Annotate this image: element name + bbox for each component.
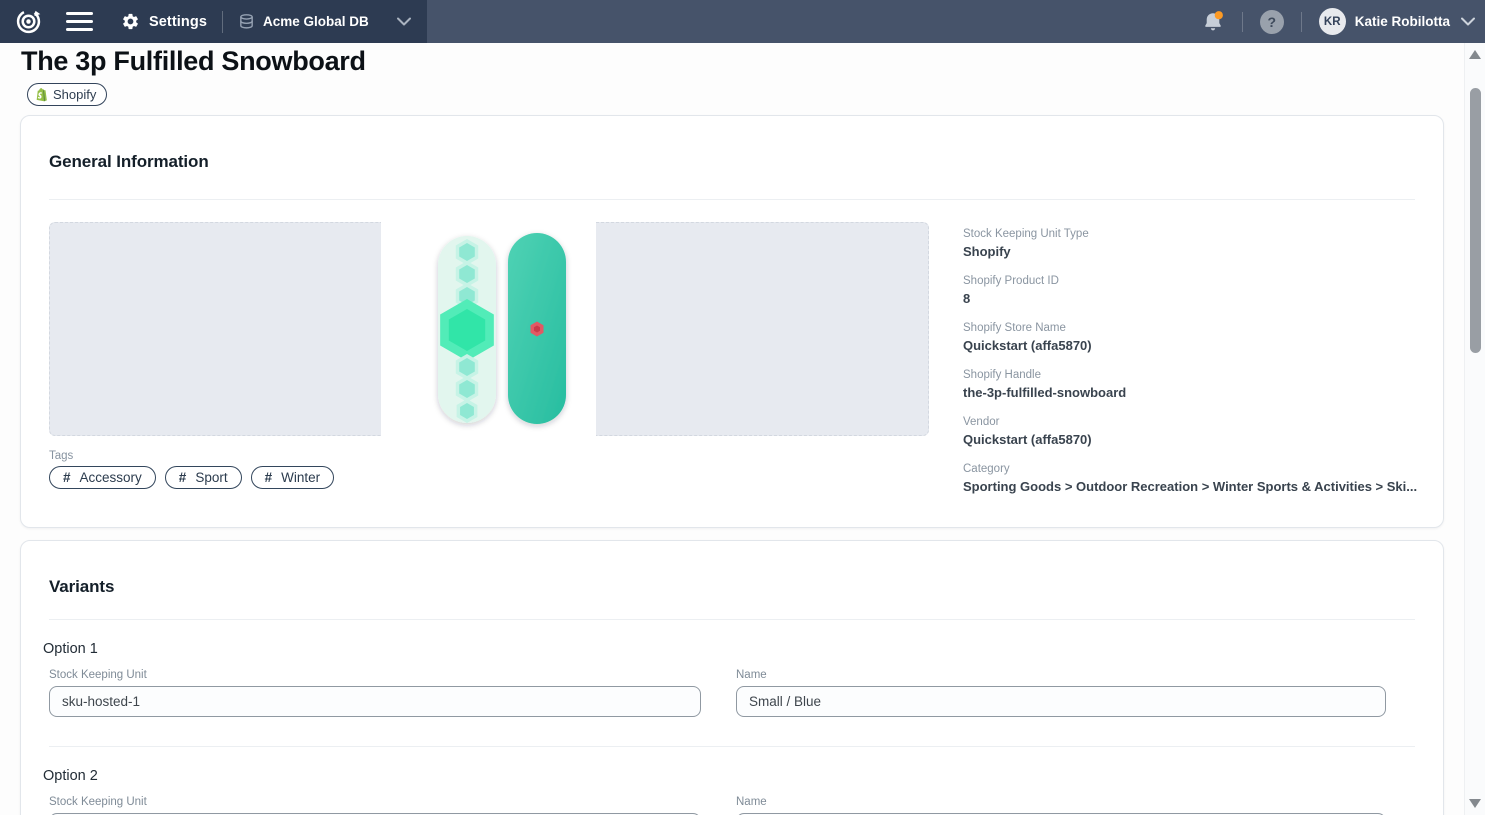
app-window: Settings Acme Global DB [0, 0, 1485, 815]
user-menu-chevron-down-icon[interactable] [1461, 17, 1475, 26]
carousel-next-placeholder[interactable] [596, 222, 929, 436]
field-value: Quickstart (affa5870) [963, 432, 1423, 447]
meta-field-store-name: Shopify Store Name Quickstart (affa5870) [963, 322, 1423, 353]
variants-title: Variants [49, 577, 114, 597]
option-1-name-field: Name [736, 669, 1386, 717]
meta-field-sku-type: Stock Keeping Unit Type Shopify [963, 228, 1423, 259]
field-label: Shopify Product ID [963, 275, 1423, 287]
top-nav-divider [1242, 12, 1243, 32]
settings-menu-item[interactable]: Settings [121, 12, 207, 31]
top-nav-divider [1301, 12, 1302, 32]
meta-field-handle: Shopify Handle the-3p-fulfilled-snowboar… [963, 369, 1423, 400]
sku-field-label: Stock Keeping Unit [49, 796, 701, 808]
field-label: Category [963, 463, 1423, 475]
general-information-card: General Information [20, 115, 1444, 528]
product-image [381, 222, 596, 436]
field-value: Sporting Goods > Outdoor Recreation > Wi… [963, 479, 1423, 494]
database-chevron-down-icon[interactable] [397, 17, 411, 26]
tag-label: Sport [195, 470, 227, 485]
help-icon[interactable]: ? [1260, 10, 1284, 34]
product-metadata-column: Stock Keeping Unit Type Shopify Shopify … [963, 228, 1423, 494]
field-value: 8 [963, 291, 1423, 306]
option-2-label: Option 2 [43, 768, 98, 784]
database-name: Acme Global DB [263, 14, 369, 29]
tag-label: Accessory [80, 470, 142, 485]
field-label: Shopify Store Name [963, 322, 1423, 334]
database-icon [238, 13, 255, 30]
field-label: Shopify Handle [963, 369, 1423, 381]
section-divider [49, 199, 1415, 200]
page-title: The 3p Fulfilled Snowboard [21, 46, 366, 77]
meta-field-product-id: Shopify Product ID 8 [963, 275, 1423, 306]
tag-accessory: # Accessory [49, 466, 156, 489]
user-avatar[interactable]: KR [1319, 8, 1346, 35]
notifications-bell-icon[interactable] [1201, 10, 1225, 34]
field-value: Quickstart (affa5870) [963, 338, 1423, 353]
scrollbar-thumb[interactable] [1470, 88, 1481, 353]
notification-dot [1214, 11, 1222, 19]
scrollbar-up-arrow[interactable] [1469, 50, 1481, 59]
tag-sport: # Sport [165, 466, 242, 489]
shopify-bag-icon [35, 87, 48, 102]
option-1-label: Option 1 [43, 641, 98, 657]
section-divider [49, 619, 1415, 620]
option-1-sku-input[interactable] [49, 686, 701, 717]
meta-field-vendor: Vendor Quickstart (affa5870) [963, 416, 1423, 447]
field-value: the-3p-fulfilled-snowboard [963, 385, 1423, 400]
top-navigation-bar: Settings Acme Global DB [0, 0, 1485, 43]
sku-field-label: Stock Keeping Unit [49, 669, 701, 681]
tag-winter: # Winter [251, 466, 335, 489]
option-divider [49, 746, 1415, 747]
top-nav-divider [222, 11, 223, 33]
tags-label: Tags [49, 450, 73, 462]
name-field-label: Name [736, 796, 1386, 808]
vertical-scrollbar[interactable] [1464, 43, 1485, 815]
carousel-prev-placeholder[interactable] [49, 222, 381, 436]
hamburger-menu-icon[interactable] [66, 12, 93, 31]
field-label: Vendor [963, 416, 1423, 428]
hash-icon: # [179, 470, 187, 485]
settings-label: Settings [149, 14, 207, 30]
shopify-badge-label: Shopify [53, 87, 96, 102]
hash-icon: # [265, 470, 273, 485]
scrollbar-down-arrow[interactable] [1469, 799, 1481, 808]
meta-field-category: Category Sporting Goods > Outdoor Recrea… [963, 463, 1423, 494]
gear-icon [121, 12, 140, 31]
tag-label: Winter [281, 470, 320, 485]
app-logo-icon[interactable] [15, 8, 42, 35]
option-1-sku-field: Stock Keeping Unit [49, 669, 701, 717]
option-1-name-input[interactable] [736, 686, 1386, 717]
user-name: Katie Robilotta [1355, 14, 1450, 29]
option-2-sku-field: Stock Keeping Unit [49, 796, 701, 815]
variants-card: Variants Option 1 Stock Keeping Unit Nam… [20, 540, 1444, 815]
database-selector[interactable]: Acme Global DB [238, 13, 369, 30]
field-value: Shopify [963, 244, 1423, 259]
name-field-label: Name [736, 669, 1386, 681]
option-2-name-field: Name [736, 796, 1386, 815]
top-nav-right: ? KR Katie Robilotta [1201, 0, 1475, 43]
hash-icon: # [63, 470, 71, 485]
general-information-title: General Information [49, 152, 209, 172]
field-label: Stock Keeping Unit Type [963, 228, 1423, 240]
tags-row: # Accessory # Sport # Winter [49, 466, 334, 489]
product-image-carousel [49, 222, 929, 436]
shopify-source-badge: Shopify [27, 83, 107, 106]
top-nav-left: Settings Acme Global DB [0, 0, 427, 43]
